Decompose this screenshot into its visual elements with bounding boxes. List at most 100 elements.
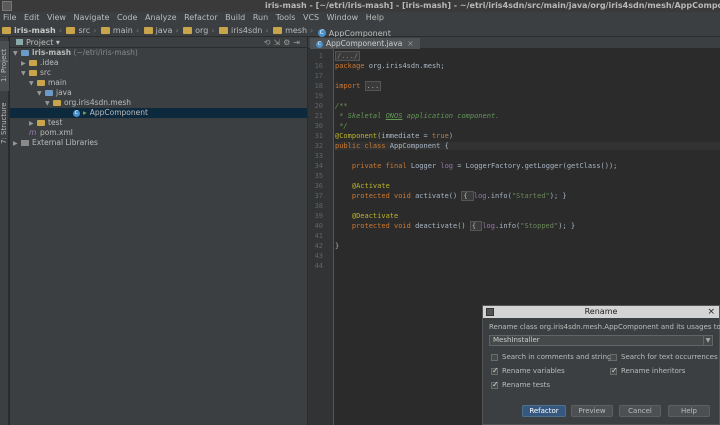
package-icon [53,100,61,106]
menu-build[interactable]: Build [225,12,245,24]
menu-help[interactable]: Help [366,12,384,24]
collapse-all-icon[interactable]: ⇲ [273,38,283,47]
line-number: 37 [314,192,323,200]
code-line: */ [335,122,348,130]
project-view-selector[interactable]: Project ▾ [16,37,60,48]
refactor-button[interactable]: Refactor [522,405,566,417]
code-line-current: public class AppComponent { [335,142,720,150]
gear-icon[interactable]: ⚙ [283,38,293,47]
chevron-right-icon: › [265,26,269,35]
line-number: 44 [314,262,323,270]
code-line: /** [335,102,348,110]
menu-vcs[interactable]: VCS [303,12,319,24]
breadcrumb-src[interactable]: src › [66,24,96,37]
line-number: 36 [314,182,323,190]
tree-item-idea[interactable]: ▶ .idea [10,58,307,68]
line-number: 30 [314,122,323,130]
tab-appcomponent-java[interactable]: C AppComponent.java × [310,38,420,49]
library-icon [21,140,29,146]
line-number: 20 [314,102,323,110]
code-line: @Component(immediate = true) [335,132,454,140]
checkbox-box-checked[interactable] [491,366,499,375]
rename-inheritors-checkbox[interactable]: Rename inheritors [610,366,685,375]
tree-item-main[interactable]: ▼ main [10,78,307,88]
chevron-down-icon: ▾ [55,38,60,47]
maven-icon: m [29,128,37,137]
preview-button[interactable]: Preview [571,405,613,417]
code-line: import ... [335,81,382,91]
search-text-checkbox[interactable]: Search for text occurrences [610,353,718,361]
tree-item-src[interactable]: ▼ src [10,68,307,78]
line-number: 43 [314,252,323,260]
menu-window[interactable]: Window [327,12,359,24]
chevron-right-icon: › [175,26,179,35]
chevron-right-icon: › [211,26,215,35]
checkbox-box[interactable] [610,353,617,361]
breadcrumb-iris4sdn[interactable]: iris4sdn › [219,24,269,37]
checkbox-box-checked[interactable] [491,380,499,389]
hide-icon[interactable]: ⇥ [293,38,303,47]
line-number: 16 [314,62,323,70]
menu-code[interactable]: Code [117,12,137,24]
dialog-title: Rename [584,307,618,316]
breadcrumb-java[interactable]: java › [143,24,179,37]
project-icon [16,39,23,45]
folder-icon [273,27,283,34]
cancel-button[interactable]: Cancel [619,405,661,417]
menu-view[interactable]: View [47,12,66,24]
line-number: 40 [314,222,323,230]
menu-refactor[interactable]: Refactor [184,12,218,24]
tab-structure-tool[interactable]: 7: Structure [0,95,9,151]
chevron-down-icon[interactable]: ▼ [703,336,712,345]
rename-tests-checkbox[interactable]: Rename tests [491,380,550,389]
intellij-app-icon[interactable] [2,1,12,11]
breadcrumb-mesh[interactable]: mesh › [273,24,313,37]
code-line: private final Logger log = LoggerFactory… [335,162,618,170]
chevron-right-icon: › [58,26,62,35]
line-number: 31 [314,132,323,140]
class-icon: C [316,40,323,48]
help-button[interactable]: Help [668,405,710,417]
checkbox-box[interactable] [491,353,498,361]
breadcrumb-org[interactable]: org › [183,24,214,37]
menu-navigate[interactable]: Navigate [74,12,110,24]
chevron-right-icon: › [310,26,314,35]
line-number: 33 [314,152,323,160]
breadcrumb-project[interactable]: iris-mash › [2,24,62,37]
rename-dialog: Rename × Rename class org.iris4sdn.mesh.… [482,305,720,425]
close-icon[interactable]: × [407,39,413,48]
line-number: 32 [314,142,323,150]
project-folder-icon [2,27,11,34]
tree-item-test[interactable]: ▶ test [10,118,307,128]
tree-item-iris-mash[interactable]: ▼ iris-mash (~/etri/iris-mash) [10,48,307,58]
editor-gutter: 1 16 17 18 19 20 21 30 31 32 33 34 35 36… [308,49,334,425]
chevron-right-icon[interactable]: ▶ [13,139,21,149]
menu-analyze[interactable]: Analyze [145,12,177,24]
code-line: @Deactivate [335,212,399,220]
code-line: protected void deactivate() { log.info("… [335,221,576,231]
checkbox-box-checked[interactable] [610,366,618,375]
breadcrumb-main[interactable]: main › [100,24,139,37]
menu-tools[interactable]: Tools [276,12,296,24]
line-number: 38 [314,202,323,210]
class-icon: C [73,109,80,117]
search-comments-checkbox[interactable]: Search in comments and strings [491,353,615,361]
tree-item-package[interactable]: ▼ org.iris4sdn.mesh [10,98,307,108]
tab-project-tool[interactable]: 1: Project [0,41,9,91]
sync-icon[interactable]: ⟲ [264,38,274,47]
project-panel-header: Project ▾ ⟲⇲⚙⇥ [10,37,307,48]
rename-variables-checkbox[interactable]: Rename variables [491,366,565,375]
editor-tab-bar: C AppComponent.java × [308,37,720,49]
tree-item-java[interactable]: ▼ java [10,88,307,98]
tree-item-external-libraries[interactable]: ▶ External Libraries [10,138,307,148]
tree-item-pom[interactable]: m pom.xml [10,128,307,138]
line-number: 1 [318,52,323,60]
menu-run[interactable]: Run [253,12,268,24]
new-name-input[interactable]: MeshInstaller ▼ [489,335,713,346]
menu-file[interactable]: File [3,12,16,24]
close-icon[interactable]: × [707,306,715,318]
code-line: } [335,242,340,250]
menu-edit[interactable]: Edit [24,12,40,24]
tree-item-appcomponent[interactable]: C ▸ AppComponent [10,108,307,118]
menu-bar: File Edit View Navigate Code Analyze Ref… [0,12,720,24]
